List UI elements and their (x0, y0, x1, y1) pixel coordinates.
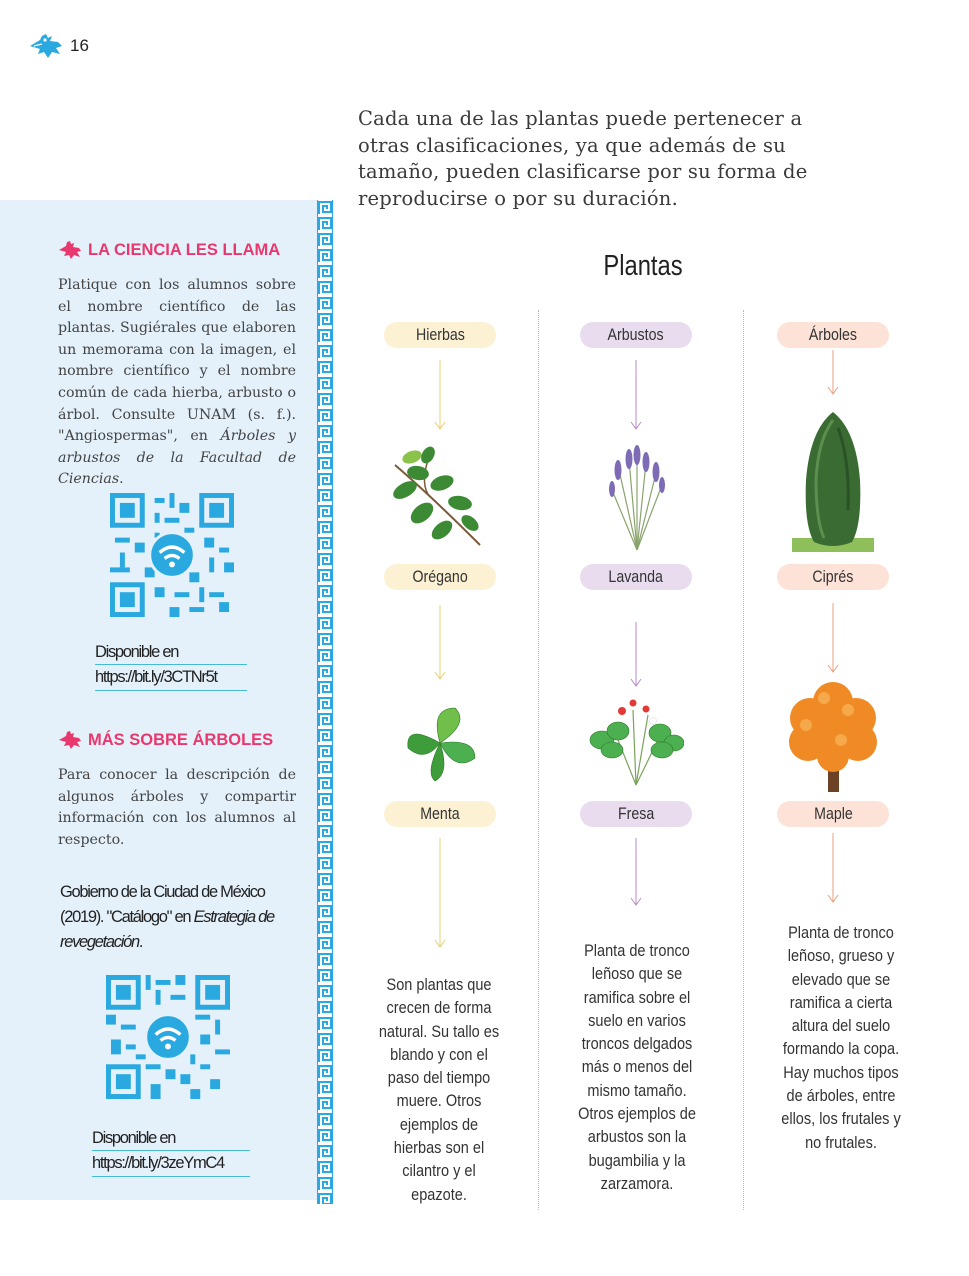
example-pill-cipres: Ciprés (777, 564, 889, 590)
arrow-down (630, 360, 642, 430)
qr-code-1[interactable] (110, 493, 234, 617)
example-pill-maple: Maple (777, 801, 889, 827)
reference-end: . (138, 933, 144, 951)
example-pill-oregano: Orégano (384, 564, 496, 590)
arrow-down (434, 838, 446, 948)
link-block-2: Disponible en https://bit.ly/3zeYmC4 (92, 1126, 250, 1177)
maple-image (789, 682, 877, 792)
description-arboles: Planta de tronco leñoso, grueso y elevad… (781, 924, 901, 1152)
column-divider (743, 310, 744, 1210)
heading-bird-icon (59, 731, 81, 749)
description-arbustos: Planta de tronco leñoso que se ramifica … (578, 942, 696, 1193)
ciencia-text-main: Platique con los alumnos sobre el nombre… (58, 277, 296, 445)
section-heading-text: MÁS SOBRE ÁRBOLES (88, 730, 274, 749)
arrow-down (827, 833, 839, 903)
ciencia-text-end: . (119, 471, 124, 488)
link-url-2[interactable]: https://bit.ly/3zeYmC4 (92, 1151, 250, 1177)
reference-arboles: Gobierno de la Ciudad de México (2019). … (60, 880, 296, 955)
page-number: 16 (70, 36, 89, 55)
available-label-1: Disponible en (95, 640, 247, 665)
arrow-down (434, 360, 446, 430)
arrow-down (827, 603, 839, 673)
category-pill-arbustos: Arbustos (580, 322, 692, 348)
category-pill-arboles: Árboles (777, 322, 889, 348)
menta-image (407, 707, 476, 782)
heading-bird-icon (59, 241, 81, 259)
category-pill-hierbas: Hierbas (384, 322, 496, 348)
example-pill-fresa: Fresa (580, 801, 692, 827)
arrow-down (630, 622, 642, 687)
section-heading-arboles: MÁS SOBRE ÁRBOLES (58, 730, 273, 750)
example-pill-lavanda: Lavanda (580, 564, 692, 590)
section-heading-ciencia: LA CIENCIA LES LLAMA (58, 240, 280, 260)
fresa-image (589, 699, 684, 786)
available-label-2: Disponible en (92, 1126, 250, 1151)
arrow-down (630, 838, 642, 906)
intro-paragraph: Cada una de las plantas puede pertenecer… (358, 107, 808, 210)
arrow-down (434, 605, 446, 680)
arrow-down (827, 350, 839, 395)
example-pill-menta: Menta (384, 801, 496, 827)
column-divider (538, 310, 539, 1210)
qr-code-2[interactable] (106, 975, 230, 1099)
book-logo-icon (28, 32, 64, 60)
diagram-title: Plantas (603, 250, 683, 282)
greek-key-border (317, 200, 333, 1204)
oregano-image (393, 446, 481, 546)
lavanda-image (609, 445, 665, 551)
description-hierbas: Son plantas que crecen de forma natural.… (378, 976, 500, 1204)
section-ciencia-text: Platique con los alumnos sobre el nombre… (58, 275, 296, 491)
link-block-1: Disponible en https://bit.ly/3CTNr5t (95, 640, 247, 691)
link-url-1[interactable]: https://bit.ly/3CTNr5t (95, 665, 247, 691)
section-arboles-text: Para conocer la descripción de algunos á… (58, 767, 296, 848)
section-heading-text: LA CIENCIA LES LLAMA (88, 240, 281, 259)
cipres-image (792, 412, 874, 552)
